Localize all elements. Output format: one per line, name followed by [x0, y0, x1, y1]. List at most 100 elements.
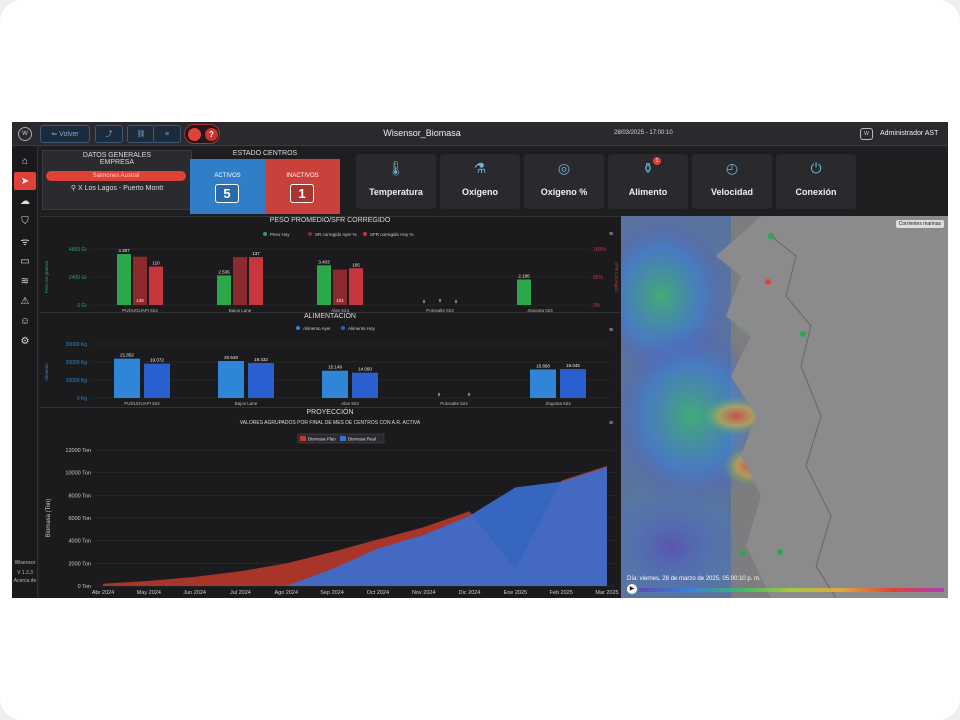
bar: [233, 257, 247, 305]
inactivos-label: INACTIVOS: [286, 173, 319, 179]
data-label: 137: [252, 251, 260, 256]
back-arrow-icon: ⇐: [51, 131, 58, 138]
chart-view-button[interactable]: ⤴: [95, 125, 123, 143]
sensor-oxigeno-pct[interactable]: ◎ Oxígeno %: [524, 154, 604, 209]
bar: [560, 369, 586, 398]
version-app: Wisensor: [14, 560, 36, 566]
sensor-label: Oxígeno %: [540, 187, 588, 197]
network-view-button[interactable]: ⛓: [127, 125, 155, 143]
y-tick: 8000 Ton: [68, 493, 91, 499]
weather-icon[interactable]: ☁: [14, 192, 36, 210]
settings-icon[interactable]: ⚙: [14, 332, 36, 350]
sensor-temperatura[interactable]: 🌡 Temperatura: [356, 154, 436, 209]
legend-label: Peso Hoy: [270, 232, 290, 237]
y-left-tick: 4800 Gr: [69, 247, 87, 253]
user-icon[interactable]: W: [860, 128, 873, 140]
alimentacion-title: ALIMENTACIÓN: [304, 313, 356, 320]
version-number: V 1.3.3: [17, 570, 33, 576]
legend-label: Biomasa Real: [348, 437, 376, 442]
x-tick: Nov 2024: [412, 590, 436, 596]
home-icon[interactable]: ⌂: [14, 152, 36, 170]
data-label: 2.186: [518, 273, 530, 278]
legend-label: Alimento Hoy: [348, 326, 376, 331]
battery-icon[interactable]: ▭: [14, 252, 36, 270]
proyeccion-subtitle: VALORES AGRUPADOS POR FINAL DE MES DE CE…: [239, 420, 421, 426]
wifi-icon[interactable]: ≋: [14, 272, 36, 290]
sensor-label: Velocidad: [710, 187, 754, 197]
legend-swatch: [363, 232, 367, 236]
peso-title: PESO PROMEDIO/SFR CORREGIDO: [269, 217, 391, 224]
play-icon[interactable]: ▶: [627, 584, 637, 594]
legend-label: SR corregido Ayer %: [315, 232, 357, 237]
y-tick: 6000 Ton: [68, 516, 91, 522]
data-label: 2.536: [218, 269, 230, 274]
x-tick: Jul 2024: [230, 590, 251, 596]
inactivos-count: 1: [290, 184, 314, 203]
data-label: 14.050: [358, 367, 372, 372]
x-tick: May 2024: [137, 590, 161, 596]
trend-icon: ⤴: [105, 131, 113, 138]
proyeccion-menu-icon[interactable]: ≡: [609, 420, 617, 427]
x-tick: Sep 2024: [320, 590, 344, 596]
currents-toggle[interactable]: Corrientes marinas: [895, 220, 944, 228]
data-label: 110: [152, 261, 160, 266]
app-logo-icon[interactable]: W: [18, 127, 32, 141]
data-label: 19.432: [254, 357, 268, 362]
legend-swatch: [300, 436, 306, 441]
currents-map[interactable]: Corrientes marinas Día: viernes, 28 de m…: [621, 216, 948, 598]
legend-label: Biomasa Plan: [308, 437, 336, 442]
data-label: 19.072: [150, 358, 164, 363]
data-label: 0: [468, 392, 471, 397]
user-name[interactable]: Administrador AST: [880, 130, 938, 137]
bar: [218, 361, 244, 398]
peso-panel: PESO PROMEDIO/SFR CORREGIDO ≡ Peso Hoy SR…: [40, 216, 620, 313]
legend-swatch: [308, 232, 312, 236]
sensor-label: Conexión: [795, 187, 837, 197]
back-button[interactable]: ⇐ Volver: [40, 125, 90, 143]
map-alert-marker[interactable]: [765, 279, 771, 285]
activos-card[interactable]: ACTIVOS 5: [190, 159, 265, 214]
inactivos-card[interactable]: INACTIVOS 1: [265, 159, 340, 214]
robot-icon[interactable]: ☺: [14, 312, 36, 330]
data-label: 138: [136, 298, 144, 303]
app-title: Wisensor_Biomasa: [383, 128, 461, 138]
y-right-tick: 80%: [593, 275, 604, 281]
y-label: Biomasa (Ton): [46, 499, 52, 538]
y-tick: 0 Kg: [77, 396, 88, 402]
proyeccion-chart: Biomasa Plan Biomasa Real 12000 Ton 10000 T…: [46, 433, 619, 596]
status-dot-icon: [188, 128, 201, 141]
legend-label: SFR corregido Hoy %: [370, 232, 414, 237]
sensor-conexion[interactable]: ⏻ Conexión: [776, 154, 856, 209]
shield-icon[interactable]: ⛉: [14, 212, 36, 230]
speed-icon: ◴: [725, 160, 739, 176]
sensor-label: Oxígeno: [461, 187, 498, 197]
data-label: 0: [439, 298, 442, 303]
sensor-oxigeno[interactable]: ⚗ Oxígeno: [440, 154, 520, 209]
x-tick: PUDUGUAPI 524: [124, 401, 160, 406]
x-tick: Ago 2024: [274, 590, 298, 596]
y-left-label: Peso en gramos: [44, 260, 49, 294]
warning-icon[interactable]: ⚠: [14, 292, 36, 310]
map-canvas: [621, 216, 948, 598]
database-icon: ≡: [164, 130, 170, 138]
sensor-velocidad[interactable]: ◴ Velocidad: [692, 154, 772, 209]
datetime: 28/03/2025 - 17:00:10: [614, 130, 673, 136]
bar: [322, 370, 348, 398]
fish-icon[interactable]: ➤: [14, 172, 36, 190]
about-link[interactable]: Acerca de: [12, 578, 38, 584]
bar: [217, 275, 231, 305]
bar: [349, 268, 363, 305]
sensor-alimento[interactable]: ⚱ 1 Alimento: [608, 154, 688, 209]
empresa-select[interactable]: Salmones Austral: [46, 171, 186, 181]
activos-label: ACTIVOS: [214, 173, 241, 179]
bar: [149, 266, 163, 305]
alimentacion-panel: ALIMENTACIÓN ≡ Alimento Ayer Alimento Hoy…: [40, 312, 620, 407]
x-tick: Bajos Lane: [235, 401, 258, 406]
alimentacion-chart: Alimento Ayer Alimento Hoy 30000 Kg 20000 K…: [44, 326, 610, 406]
antenna-icon[interactable]: ᯤ: [14, 232, 36, 250]
y-label: Alimento: [44, 363, 49, 381]
thermometer-icon: 🌡: [387, 160, 405, 176]
database-button[interactable]: ≡: [153, 125, 181, 143]
help-toggle[interactable]: ?: [184, 124, 220, 144]
help-icon[interactable]: ?: [205, 128, 218, 141]
